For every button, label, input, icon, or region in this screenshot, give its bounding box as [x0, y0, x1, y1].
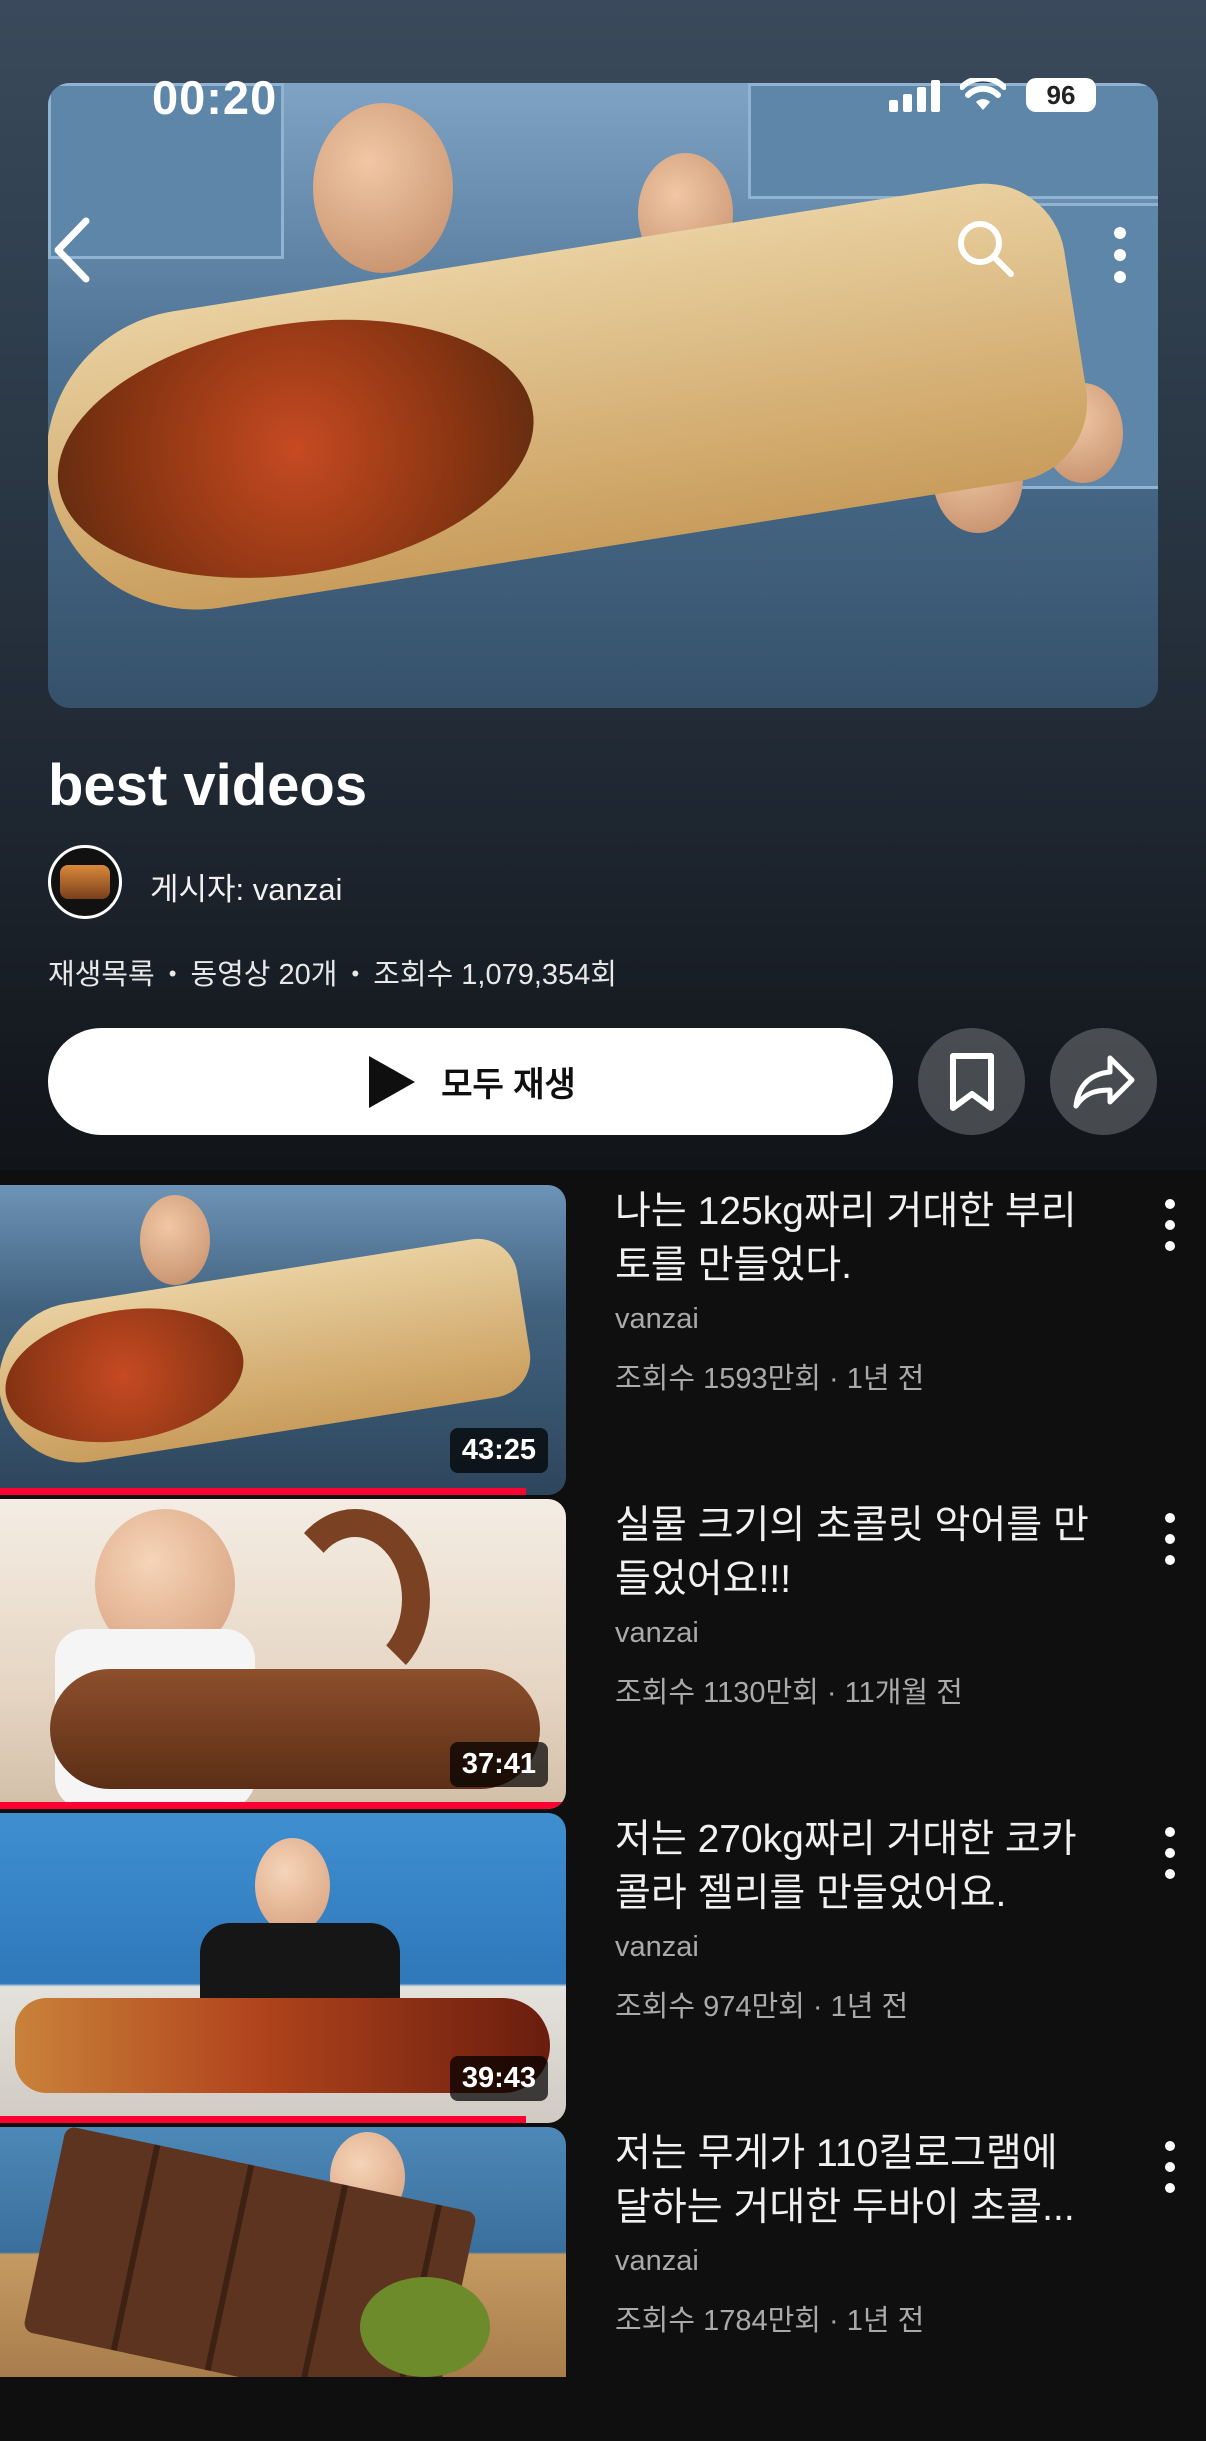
video-stats: 조회수 1130만회 · 11개월 전 — [615, 1677, 963, 1709]
play-all-button[interactable]: 모두 재생 — [48, 1028, 893, 1135]
status-time: 00:20 — [152, 71, 278, 124]
video-channel[interactable]: vanzai — [615, 2245, 699, 2278]
signal-icon — [889, 78, 940, 112]
playlist-meta: 재생목록 • 동영상 20개 • 조회수 1,079,354회 — [48, 951, 617, 993]
status-bar: 00:20 96 — [0, 0, 1206, 124]
search-icon — [958, 221, 1014, 277]
thumb-crocodile-tail — [280, 1509, 430, 1689]
thumb-person — [255, 1838, 330, 1933]
video-duration: 37:41 — [449, 1742, 548, 1787]
save-playlist-button[interactable] — [918, 1028, 1025, 1135]
share-icon — [1073, 1055, 1134, 1108]
playlist-cover-image[interactable] — [48, 83, 1158, 708]
more-vertical-icon[interactable] — [1155, 1821, 1185, 1885]
video-title[interactable]: 저는 270kg짜리 거대한 코카콜라 젤리를 만들었어요. — [615, 1813, 1090, 1921]
playlist-type: 재생목록 — [48, 959, 155, 991]
cover-burrito-filling — [48, 287, 553, 610]
video-title[interactable]: 나는 125kg짜리 거대한 부리토를 만들었다. — [615, 1185, 1090, 1293]
channel-avatar[interactable] — [48, 845, 122, 919]
watch-progress-bar — [0, 1802, 566, 1809]
cover-person — [313, 103, 453, 273]
more-vertical-icon[interactable] — [1155, 2135, 1185, 2199]
more-vertical-icon — [1114, 227, 1126, 283]
video-thumbnail[interactable]: 37:41 — [0, 1499, 566, 1809]
more-vertical-icon[interactable] — [1155, 1193, 1185, 1257]
video-thumbnail[interactable] — [0, 2127, 566, 2377]
video-list-item[interactable]: 저는 무게가 110킬로그램에 달하는 거대한 두바이 초콜... vanzai… — [0, 2127, 1206, 2441]
playlist-views: 조회수 1,079,354회 — [373, 959, 617, 991]
video-duration: 43:25 — [449, 1428, 548, 1473]
playlist-video-count: 동영상 20개 — [190, 959, 338, 991]
video-title[interactable]: 실물 크기의 초콜릿 악어를 만들었어요!!! — [615, 1499, 1090, 1607]
video-list-item[interactable]: 37:41 실물 크기의 초콜릿 악어를 만들었어요!!! vanzai 조회수… — [0, 1499, 1206, 1813]
more-options-button[interactable] — [1105, 225, 1135, 285]
share-button[interactable] — [1050, 1028, 1157, 1135]
video-duration: 39:43 — [449, 2056, 548, 2101]
meta-separator: • — [168, 961, 177, 986]
thumb-pistachio-filling — [360, 2277, 490, 2377]
playlist-title: best videos — [48, 753, 368, 818]
bookmark-icon — [949, 1052, 994, 1111]
more-vertical-icon[interactable] — [1155, 1507, 1185, 1571]
watch-progress-bar — [0, 1488, 527, 1495]
play-all-label: 모두 재생 — [441, 1066, 576, 1104]
back-button[interactable] — [48, 215, 98, 285]
search-button[interactable] — [955, 218, 1015, 278]
video-stats: 조회수 1784만회 · 1년 전 — [615, 2305, 925, 2337]
chevron-left-icon — [54, 217, 90, 283]
playlist-author[interactable]: 게시자: vanzai — [150, 864, 342, 909]
video-stats: 조회수 974만회 · 1년 전 — [615, 1991, 909, 2023]
video-channel[interactable]: vanzai — [615, 1303, 699, 1336]
video-channel[interactable]: vanzai — [615, 1931, 699, 1964]
video-channel[interactable]: vanzai — [615, 1617, 699, 1650]
thumb-burrito-filling — [0, 1292, 254, 1459]
video-stats: 조회수 1593만회 · 1년 전 — [615, 1363, 925, 1395]
video-list-item[interactable]: 43:25 나는 125kg짜리 거대한 부리토를 만들었다. vanzai 조… — [0, 1185, 1206, 1499]
watch-progress-bar — [0, 2116, 527, 2123]
wifi-icon — [960, 78, 1006, 110]
status-icons: 96 — [889, 78, 1096, 112]
video-thumbnail[interactable]: 43:25 — [0, 1185, 566, 1495]
thumb-person — [140, 1195, 210, 1285]
meta-separator: • — [351, 961, 360, 986]
battery-icon: 96 — [1026, 78, 1096, 112]
video-list-item[interactable]: 39:43 저는 270kg짜리 거대한 코카콜라 젤리를 만들었어요. van… — [0, 1813, 1206, 2127]
video-title[interactable]: 저는 무게가 110킬로그램에 달하는 거대한 두바이 초콜... — [615, 2127, 1090, 2235]
avatar-image — [60, 865, 110, 899]
play-icon — [369, 1055, 416, 1108]
video-thumbnail[interactable]: 39:43 — [0, 1813, 566, 2123]
